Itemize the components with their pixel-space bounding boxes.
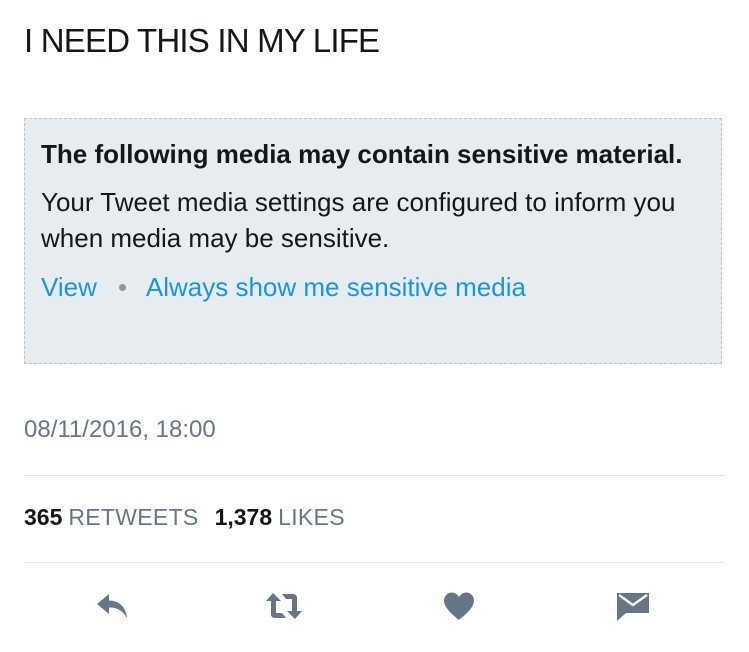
like-icon <box>444 592 474 620</box>
tweet-timestamp[interactable]: 08/11/2016, 18:00 <box>24 416 216 444</box>
retweet-icon <box>266 593 302 619</box>
reply-button[interactable] <box>91 584 135 628</box>
view-media-link[interactable]: View <box>41 270 97 304</box>
likes-label: LIKES <box>278 504 345 530</box>
sensitive-media-notice: The following media may contain sensitiv… <box>24 118 722 364</box>
sensitive-notice-title: The following media may contain sensitiv… <box>41 139 683 169</box>
always-show-sensitive-media-link[interactable]: Always show me sensitive media <box>146 270 526 304</box>
tweet-actions-bar <box>0 584 749 628</box>
likes-count: 1,378 <box>214 504 273 530</box>
direct-message-icon <box>617 593 649 621</box>
sensitive-notice-actions: View Always show me sensitive media <box>41 270 705 304</box>
like-button[interactable] <box>437 584 481 628</box>
likes-stat[interactable]: 1,378 LIKES <box>215 504 345 531</box>
separator-dot <box>118 283 126 291</box>
reply-icon <box>97 594 127 618</box>
divider <box>24 562 725 563</box>
sensitive-notice-description: Your Tweet media settings are configured… <box>41 187 676 253</box>
retweets-count: 365 <box>24 504 63 530</box>
retweet-button[interactable] <box>262 584 306 628</box>
tweet-text: I NEED THIS IN MY LIFE <box>24 22 380 59</box>
retweets-label: RETWEETS <box>68 504 199 530</box>
retweets-stat[interactable]: 365 RETWEETS <box>24 504 199 531</box>
direct-message-button[interactable] <box>611 584 655 628</box>
divider <box>24 475 725 476</box>
tweet-stats: 365 RETWEETS 1,378 LIKES <box>24 504 345 531</box>
